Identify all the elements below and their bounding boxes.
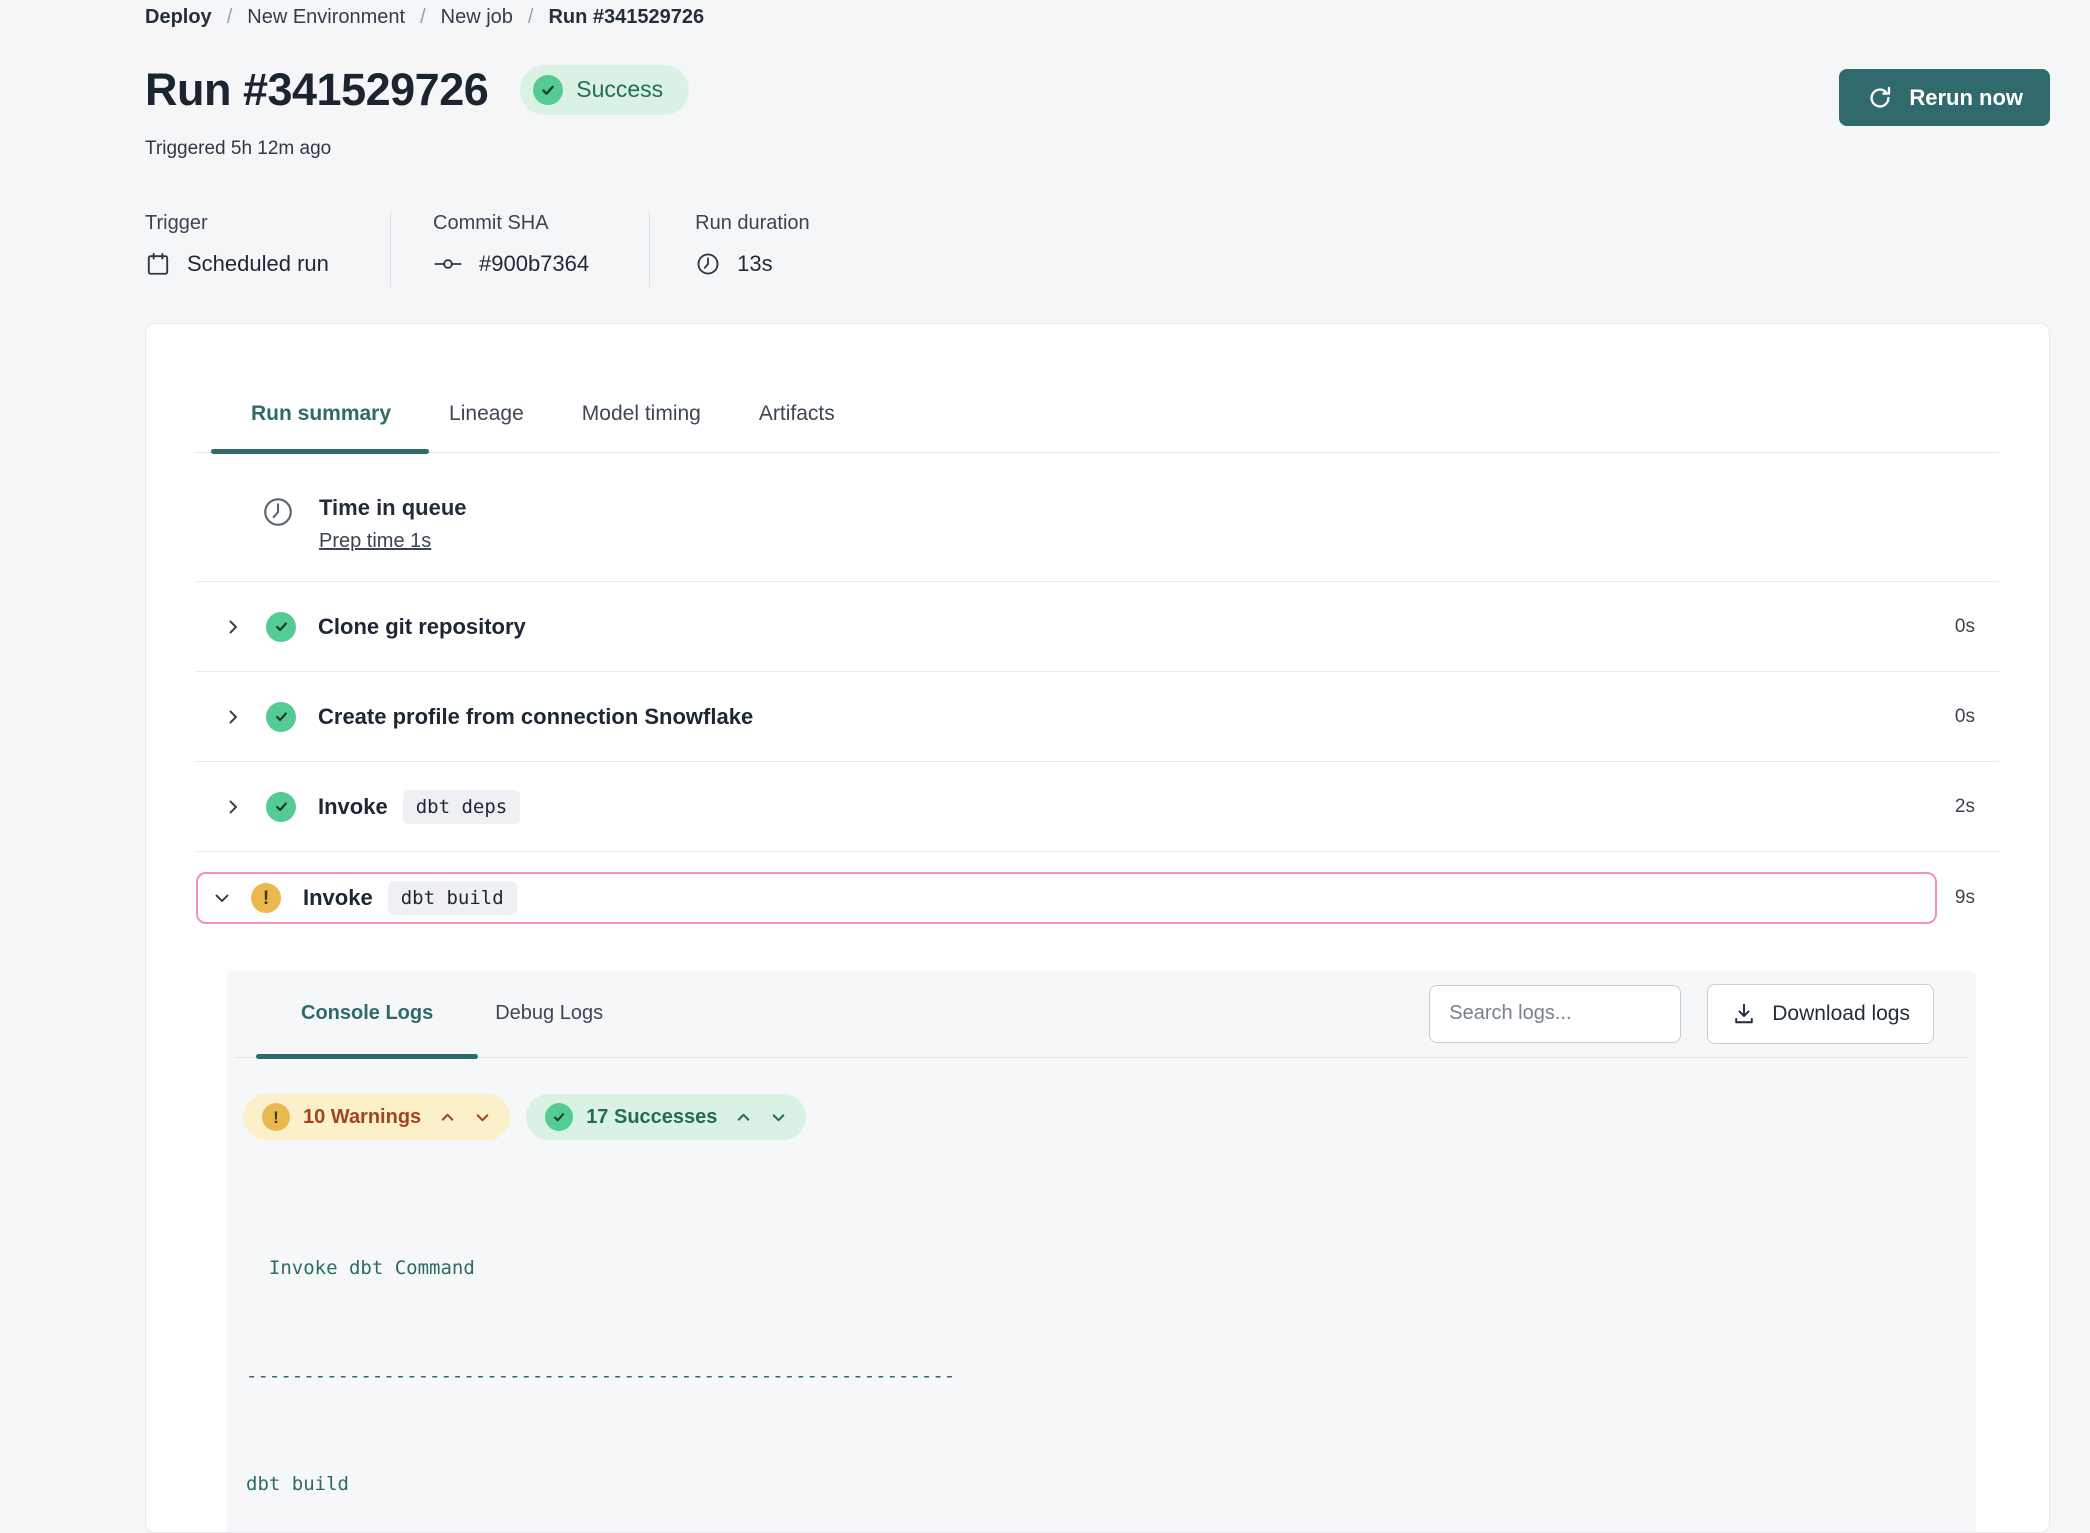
meta-duration-value: 13s — [737, 251, 772, 277]
chevron-right-icon[interactable] — [224, 618, 242, 636]
time-in-queue-title: Time in queue — [319, 493, 467, 523]
step-title: Clone git repository — [318, 614, 526, 640]
check-circle-icon — [266, 612, 296, 642]
step-row-dbt-deps[interactable]: Invoke dbt deps 2s — [196, 762, 1999, 852]
breadcrumb: Deploy / New Environment / New job / Run… — [145, 6, 2050, 29]
time-in-queue-section: Time in queue Prep time 1s — [196, 453, 1999, 582]
status-badge-label: Success — [576, 76, 663, 103]
step-command-code: dbt build — [388, 881, 517, 915]
commit-icon — [433, 251, 463, 277]
breadcrumb-item-environment[interactable]: New Environment — [247, 6, 405, 29]
meta-commit-value: #900b7364 — [479, 251, 589, 277]
download-logs-label: Download logs — [1772, 1002, 1910, 1026]
tab-debug-logs[interactable]: Debug Logs — [495, 970, 603, 1058]
caret-down-icon[interactable] — [474, 1109, 491, 1126]
prep-time-link[interactable]: Prep time 1s — [319, 530, 431, 553]
chevron-right-icon[interactable] — [224, 708, 242, 726]
warnings-badge-label: 10 Warnings — [303, 1106, 421, 1129]
tab-artifacts[interactable]: Artifacts — [759, 402, 835, 452]
tab-model-timing[interactable]: Model timing — [582, 402, 701, 452]
logs-panel-header: Console Logs Debug Logs Download logs — [234, 970, 1968, 1058]
warning-circle-icon: ! — [262, 1103, 290, 1131]
step-row-clone-git[interactable]: Clone git repository 0s — [196, 582, 1999, 672]
search-logs-input[interactable] — [1429, 985, 1681, 1043]
calendar-icon — [145, 251, 171, 277]
tab-console-logs[interactable]: Console Logs — [301, 970, 433, 1058]
log-line: Invoke dbt Command — [246, 1250, 1956, 1286]
console-log-output: Invoke dbt Command ---------------------… — [226, 1178, 1976, 1533]
step-warning-highlight-box[interactable]: ! Invoke dbt build — [196, 872, 1937, 924]
chevron-down-icon[interactable] — [213, 889, 231, 907]
meta-trigger: Trigger Scheduled run — [145, 212, 390, 287]
step-row-dbt-build[interactable]: ! Invoke dbt build 9s — [196, 852, 1999, 944]
breadcrumb-separator: / — [528, 6, 534, 29]
step-title: Invoke — [318, 794, 388, 820]
breadcrumb-item-run: Run #341529726 — [548, 6, 704, 29]
warning-circle-icon: ! — [251, 883, 281, 913]
rerun-now-label: Rerun now — [1909, 85, 2023, 111]
step-title: Invoke — [303, 885, 373, 911]
step-duration: 2s — [1955, 796, 1975, 818]
breadcrumb-item-job[interactable]: New job — [441, 6, 513, 29]
step-row-create-profile[interactable]: Create profile from connection Snowflake… — [196, 672, 1999, 762]
title-row: Run #341529726 Success Rerun now — [145, 53, 2050, 126]
log-line-divider: ----------------------------------------… — [246, 1358, 1956, 1394]
step-duration: 0s — [1955, 616, 1975, 638]
page-header: Deploy / New Environment / New job / Run… — [0, 0, 2090, 287]
caret-up-icon[interactable] — [735, 1109, 752, 1126]
check-circle-icon — [266, 792, 296, 822]
refresh-icon — [1866, 84, 1894, 112]
clock-icon — [695, 251, 721, 277]
check-circle-icon — [533, 75, 563, 105]
run-tabs: Run summary Lineage Model timing Artifac… — [196, 402, 1999, 453]
step-duration: 9s — [1955, 887, 1975, 909]
successes-badge[interactable]: 17 Successes — [526, 1094, 806, 1140]
caret-up-icon[interactable] — [439, 1109, 456, 1126]
check-circle-icon — [545, 1103, 573, 1131]
run-meta: Trigger Scheduled run Commit SHA #900b73… — [145, 212, 2050, 287]
run-detail-card: Run summary Lineage Model timing Artifac… — [145, 323, 2050, 1533]
tab-lineage[interactable]: Lineage — [449, 402, 524, 452]
log-summary-badges: ! 10 Warnings 17 Successes — [226, 1058, 1976, 1140]
rerun-now-button[interactable]: Rerun now — [1839, 69, 2050, 126]
meta-duration-label: Run duration — [695, 212, 810, 235]
check-circle-icon — [266, 702, 296, 732]
chevron-right-icon[interactable] — [224, 798, 242, 816]
warnings-badge[interactable]: ! 10 Warnings — [243, 1094, 510, 1140]
logs-panel: Console Logs Debug Logs Download logs ! … — [226, 970, 1976, 1533]
meta-trigger-label: Trigger — [145, 212, 390, 235]
download-icon — [1731, 1001, 1757, 1027]
log-line: dbt build — [246, 1466, 1956, 1502]
step-command-code: dbt deps — [403, 790, 521, 824]
meta-commit: Commit SHA #900b7364 — [390, 212, 649, 287]
step-title: Create profile from connection Snowflake — [318, 704, 753, 730]
meta-duration: Run duration 13s — [649, 212, 810, 287]
breadcrumb-separator: / — [227, 6, 233, 29]
meta-commit-label: Commit SHA — [433, 212, 589, 235]
triggered-timestamp: Triggered 5h 12m ago — [145, 138, 2050, 160]
page-title: Run #341529726 — [145, 61, 488, 119]
meta-trigger-value: Scheduled run — [187, 251, 329, 277]
download-logs-button[interactable]: Download logs — [1707, 984, 1934, 1044]
clock-icon — [261, 495, 295, 553]
step-duration: 0s — [1955, 706, 1975, 728]
caret-down-icon[interactable] — [770, 1109, 787, 1126]
successes-badge-label: 17 Successes — [586, 1106, 717, 1129]
breadcrumb-item-deploy[interactable]: Deploy — [145, 6, 212, 29]
status-badge: Success — [520, 65, 689, 115]
breadcrumb-separator: / — [420, 6, 426, 29]
tab-run-summary[interactable]: Run summary — [251, 402, 391, 452]
